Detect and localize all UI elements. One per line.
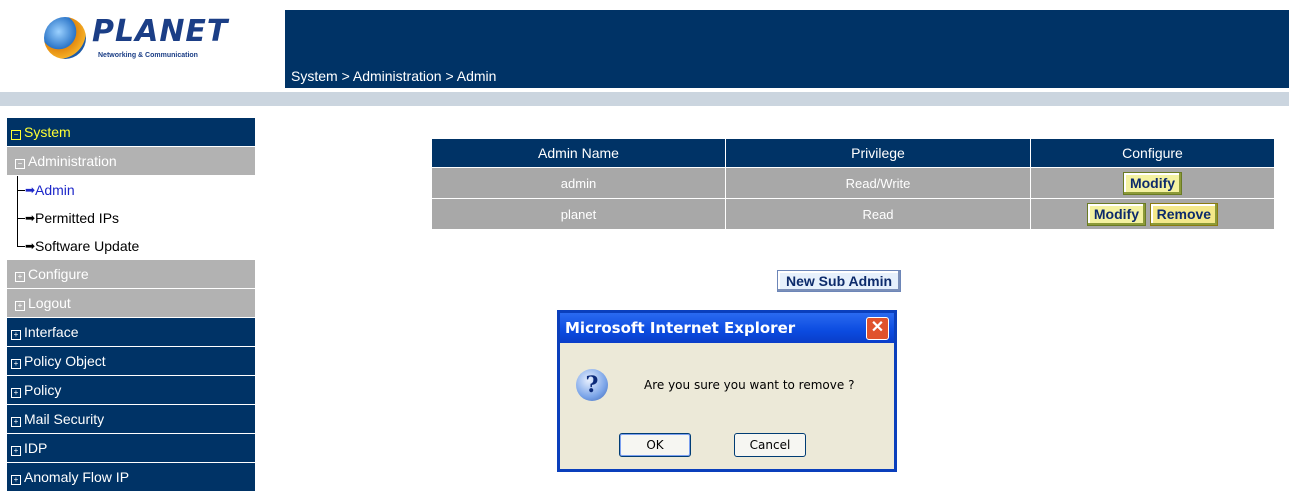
expand-icon: +: [11, 388, 21, 398]
dialog-message: Are you sure you want to remove ?: [644, 378, 855, 392]
configure-cell: Modify Remove: [1031, 199, 1274, 229]
dialog-title: Microsoft Internet Explorer: [560, 313, 894, 343]
sidebar-item-label: Policy Object: [24, 353, 106, 369]
sidebar-item-label: Policy: [24, 382, 62, 398]
sidebar-item-permitted-ips[interactable]: ➡ Permitted IPs: [7, 204, 255, 232]
sidebar-item-label: Mail Security: [24, 411, 105, 427]
sidebar-item-admin[interactable]: ➡ Admin: [7, 176, 255, 204]
sidebar-item-label: Interface: [24, 324, 79, 340]
sidebar-item-label: Configure: [28, 266, 89, 282]
tree-connector: [17, 246, 25, 247]
sidebar-item-administration[interactable]: − Administration: [7, 147, 255, 175]
sidebar-item-idp[interactable]: + IDP: [7, 434, 255, 462]
admin-name-cell: admin: [432, 168, 725, 198]
expand-icon: +: [11, 475, 21, 485]
modify-button[interactable]: Modify: [1086, 202, 1146, 226]
remove-button[interactable]: Remove: [1149, 202, 1219, 226]
sidebar-item-label: Permitted IPs: [35, 210, 120, 226]
admin-name-cell: planet: [432, 199, 725, 229]
confirm-dialog: Microsoft Internet Explorer ✕ ? Are you …: [557, 310, 897, 472]
expand-icon: +: [11, 446, 21, 456]
planet-globe-icon: [44, 17, 86, 59]
table-row: admin Read/Write Modify: [432, 168, 1274, 198]
column-header: Admin Name: [432, 139, 725, 167]
sidebar-item-mail-security[interactable]: + Mail Security: [7, 405, 255, 433]
tree-connector: [17, 190, 25, 191]
expand-icon: +: [11, 417, 21, 427]
logo-tagline: Networking & Communication: [98, 52, 198, 59]
sidebar-item-software-update[interactable]: ➡ Software Update: [7, 232, 255, 260]
sidebar-item-label: Administration: [28, 153, 117, 169]
sidebar-item-anomaly-flow-ip[interactable]: + Anomaly Flow IP: [7, 463, 255, 491]
privilege-cell: Read: [726, 199, 1030, 229]
sidebar-item-label: System: [24, 124, 71, 140]
sidebar-item-label: IDP: [24, 440, 48, 456]
sidebar-item-label: Anomaly Flow IP: [24, 469, 130, 485]
logo-text: PLANET: [92, 14, 229, 49]
breadcrumb: System > Administration > Admin: [291, 68, 497, 84]
cancel-button[interactable]: Cancel: [734, 433, 806, 457]
tree-connector: [17, 218, 25, 219]
expand-icon: +: [15, 301, 25, 311]
table-header-row: Admin Name Privilege Configure: [432, 139, 1274, 167]
admin-table: Admin Name Privilege Configure admin Rea…: [431, 138, 1275, 230]
privilege-cell: Read/Write: [726, 168, 1030, 198]
tree-line: [17, 232, 18, 246]
separator-band: [0, 92, 1289, 106]
sidebar-item-logout[interactable]: + Logout: [7, 289, 255, 317]
expand-icon: +: [11, 359, 21, 369]
collapse-icon: −: [11, 130, 21, 140]
sidebar-item-system[interactable]: − System: [7, 118, 255, 146]
ok-button[interactable]: OK: [619, 433, 691, 457]
expand-icon: +: [11, 330, 21, 340]
collapse-icon: −: [15, 159, 25, 169]
question-icon: ?: [576, 369, 608, 401]
arrow-right-icon: ➡: [25, 239, 36, 253]
expand-icon: +: [15, 272, 25, 282]
sidebar-item-policy-object[interactable]: + Policy Object: [7, 347, 255, 375]
header-band: System > Administration > Admin: [285, 10, 1289, 88]
sidebar-item-configure[interactable]: + Configure: [7, 260, 255, 288]
sidebar-item-interface[interactable]: + Interface: [7, 318, 255, 346]
sidebar-item-label: Admin: [35, 182, 75, 198]
logo: PLANET Networking & Communication: [0, 0, 275, 88]
sidebar: − System − Administration ➡ Admin ➡ Permit…: [7, 118, 255, 492]
sidebar-item-label: Software Update: [35, 238, 140, 254]
new-sub-admin-button[interactable]: New Sub Admin: [777, 270, 902, 292]
column-header: Privilege: [726, 139, 1030, 167]
close-icon[interactable]: ✕: [866, 317, 889, 340]
sidebar-item-policy[interactable]: + Policy: [7, 376, 255, 404]
arrow-right-icon: ➡: [25, 183, 36, 197]
arrow-right-icon: ➡: [25, 211, 36, 225]
configure-cell: Modify: [1031, 168, 1274, 198]
table-row: planet Read Modify Remove: [432, 199, 1274, 229]
sidebar-item-label: Logout: [28, 295, 71, 311]
column-header: Configure: [1031, 139, 1274, 167]
modify-button[interactable]: Modify: [1122, 171, 1183, 195]
